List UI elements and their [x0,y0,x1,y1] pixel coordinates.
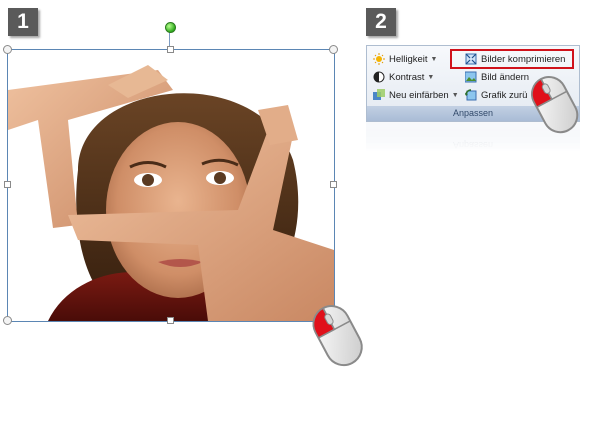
reset-picture-button[interactable]: Grafik zurü [465,86,527,104]
resize-handle-right[interactable] [330,181,337,188]
selected-picture[interactable] [7,49,335,322]
mouse-left-click-icon [531,75,579,134]
resize-handle-top-left[interactable] [3,45,12,54]
reset-picture-label: Grafik zurü [481,89,528,101]
recolor-label: Neu einfärben [389,89,449,101]
reset-picture-icon [465,89,477,101]
brightness-label: Helligkeit [389,53,428,65]
change-picture-button[interactable]: Bild ändern [464,68,530,86]
brightness-button[interactable]: Helligkeit ▼ [373,50,437,68]
rotate-handle-icon[interactable] [165,22,176,33]
rotate-handle-stem [169,31,170,46]
step-2-badge: 2 [366,8,396,36]
contrast-button[interactable]: Kontrast ▼ [373,68,434,86]
contrast-label: Kontrast [389,71,425,83]
half-circle-icon [373,71,385,83]
chevron-down-icon: ▼ [451,91,459,99]
portrait-photo [8,50,334,321]
change-picture-label: Bild ändern [481,71,530,83]
sun-icon [373,53,385,65]
mouse-left-click-icon [312,305,363,367]
resize-handle-left[interactable] [4,181,11,188]
chevron-down-icon: ▼ [430,55,438,63]
recolor-icon [373,89,385,101]
picture-reflection [7,322,335,417]
step-1-badge: 1 [8,8,38,36]
resize-handle-top-right[interactable] [329,45,338,54]
change-picture-icon [464,71,477,83]
chevron-down-icon: ▼ [427,73,435,81]
resize-handle-top[interactable] [167,46,174,53]
highlight-compress-pictures [450,49,574,69]
recolor-button[interactable]: Neu einfärben ▼ [373,86,459,104]
